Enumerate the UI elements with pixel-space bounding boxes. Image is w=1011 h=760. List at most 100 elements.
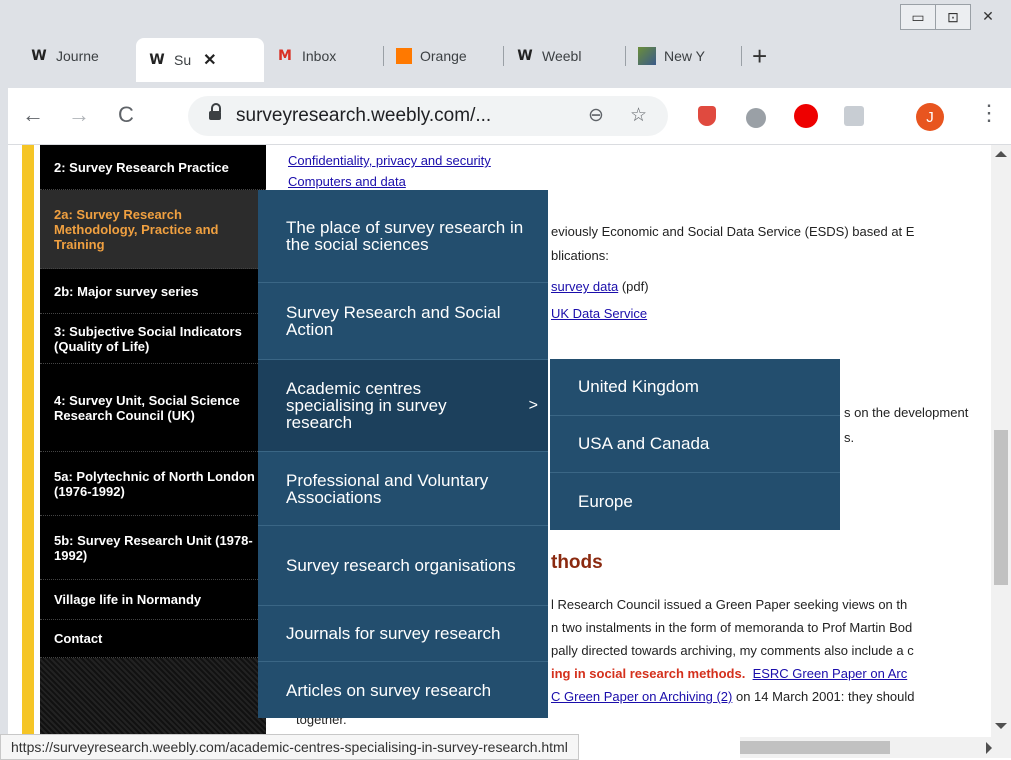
- weebly-icon: W: [517, 48, 533, 64]
- link-survey-data[interactable]: survey data: [551, 279, 618, 294]
- survey-data-line: survey data (pdf): [551, 279, 649, 294]
- menu-item-survey-research-organisations[interactable]: Survey research organisations: [258, 526, 548, 606]
- body-text: l Research Council issued a Green Paper …: [551, 597, 908, 612]
- nav-submenu: United Kingdom USA and Canada Europe: [550, 359, 840, 530]
- zoom-icon[interactable]: ⊖: [588, 104, 604, 127]
- body-text: blications:: [551, 248, 609, 263]
- green-paper-2-line: C Green Paper on Archiving (2) on 14 Mar…: [551, 689, 915, 704]
- web-page: 2: Survey Research Practice 2a: Survey R…: [8, 145, 991, 737]
- address-bar[interactable]: surveyresearch.weebly.com/... ⊖ ☆: [188, 96, 668, 136]
- window-frame: [0, 0, 8, 758]
- submenu-item-europe[interactable]: Europe: [550, 473, 840, 530]
- link-green-paper-1[interactable]: ESRC Green Paper on Arc: [753, 666, 908, 681]
- tab-label: New Y: [664, 48, 705, 64]
- menu-item-place-of-survey-research[interactable]: The place of survey research in the soci…: [258, 190, 548, 283]
- scrollbar-thumb[interactable]: [740, 741, 890, 754]
- maximize-button[interactable]: ⊡: [935, 4, 971, 30]
- tab-survey[interactable]: W Su ✕: [136, 38, 264, 82]
- scroll-right-icon[interactable]: [986, 742, 992, 754]
- reload-button[interactable]: C: [118, 102, 134, 128]
- accent-bar: [22, 145, 34, 737]
- scrollbar-thumb[interactable]: [994, 430, 1008, 585]
- lock-icon: [208, 103, 222, 121]
- sidebar-item-survey-unit[interactable]: 4: Survey Unit, Social Science Research …: [40, 364, 266, 452]
- sidebar-item-contact[interactable]: Contact: [40, 620, 266, 658]
- shield-extension-icon[interactable]: [698, 106, 716, 126]
- tab-label: Su: [174, 52, 192, 68]
- link-confidentiality[interactable]: Confidentiality, privacy and security: [288, 153, 491, 168]
- gmail-icon: M: [278, 48, 292, 64]
- scroll-down-icon[interactable]: [995, 723, 1007, 729]
- sidebar-item-survey-research-unit[interactable]: 5b: Survey Research Unit (1978-1992): [40, 516, 266, 580]
- menu-item-academic-centres[interactable]: Academic centres specialising in survey …: [258, 360, 548, 452]
- submenu-item-usa-canada[interactable]: USA and Canada: [550, 416, 840, 473]
- body-text: eviously Economic and Social Data Servic…: [551, 224, 915, 239]
- tab-orange[interactable]: Orange: [384, 38, 504, 74]
- vertical-scrollbar[interactable]: [991, 145, 1011, 737]
- pdf-note: (pdf): [618, 279, 649, 294]
- weebly-icon: W: [31, 48, 47, 64]
- chevron-right-icon: >: [528, 397, 538, 414]
- horizontal-scrollbar[interactable]: [740, 737, 1011, 758]
- check-extension-icon[interactable]: [746, 108, 766, 128]
- menu-item-articles[interactable]: Articles on survey research: [258, 662, 548, 718]
- sidebar-item-survey-research-practice[interactable]: 2: Survey Research Practice: [40, 145, 266, 190]
- tab-weebly[interactable]: W Weebl: [504, 38, 626, 74]
- link-computers-data[interactable]: Computers and data: [288, 174, 406, 189]
- tab-new-york[interactable]: New Y: [626, 38, 742, 74]
- forward-button[interactable]: →: [68, 102, 90, 128]
- menu-item-label: Professional and Voluntary Associations: [286, 470, 489, 507]
- menu-item-label: Journals for survey research: [286, 624, 501, 643]
- submenu-item-united-kingdom[interactable]: United Kingdom: [550, 359, 840, 416]
- menu-item-label: Survey research organisations: [286, 556, 516, 575]
- tab-separator: [741, 46, 742, 66]
- sidebar-item-major-survey-series[interactable]: 2b: Major survey series: [40, 269, 266, 314]
- window-controls: ▭ ⊡ ✕: [900, 4, 1005, 30]
- minimize-button[interactable]: ▭: [900, 4, 936, 30]
- body-text: s.: [844, 430, 855, 445]
- sidebar-item-polytechnic[interactable]: 5a: Polytechnic of North London (1976-19…: [40, 452, 266, 516]
- link-green-paper-2[interactable]: C Green Paper on Archiving (2): [551, 689, 732, 704]
- browser-toolbar: ← → C surveyresearch.weebly.com/... ⊖ ☆ …: [8, 88, 1011, 145]
- nav-dropdown-menu: The place of survey research in the soci…: [258, 190, 548, 718]
- menu-item-label: The place of survey research in the soci…: [286, 218, 524, 254]
- tab-label: Weebl: [542, 48, 582, 64]
- back-button[interactable]: ←: [22, 102, 44, 128]
- menu-item-label: Academic centres specialising in survey …: [286, 379, 447, 432]
- link-uk-data-service[interactable]: UK Data Service: [551, 306, 647, 321]
- tab-label: Inbox: [302, 48, 337, 64]
- tab-label: Journe: [56, 48, 99, 64]
- opera-extension-icon[interactable]: [794, 104, 818, 128]
- weebly-icon: W: [149, 52, 165, 68]
- star-icon[interactable]: ☆: [630, 104, 647, 127]
- menu-item-professional-associations[interactable]: Professional and Voluntary Associations: [258, 452, 548, 526]
- new-york-icon: [638, 47, 656, 65]
- close-window-button[interactable]: ✕: [971, 4, 1005, 28]
- tab-journe[interactable]: W Journe: [18, 38, 136, 74]
- status-bar-url: https://surveyresearch.weebly.com/academ…: [0, 734, 579, 760]
- menu-dots-icon[interactable]: ⋮: [978, 100, 1000, 126]
- green-paper-line: ing in social research methods. ESRC Gre…: [551, 666, 907, 681]
- bold-text: ing in social research methods.: [551, 666, 746, 681]
- sidebar-item-methodology[interactable]: 2a: Survey Research Methodology, Practic…: [40, 190, 266, 269]
- tab-strip: W Journe W Su ✕ M Inbox Orange W Weebl N…: [18, 34, 767, 82]
- tab-label: Orange: [420, 48, 467, 64]
- orange-icon: [396, 48, 412, 64]
- body-text: pally directed towards archiving, my com…: [551, 643, 914, 658]
- body-text: s on the development: [844, 405, 969, 420]
- tab-inbox[interactable]: M Inbox: [264, 38, 384, 74]
- close-tab-icon[interactable]: ✕: [203, 50, 216, 70]
- extension-icon[interactable]: [844, 106, 864, 126]
- body-text: on 14 March 2001: they should: [732, 689, 915, 704]
- menu-item-journals[interactable]: Journals for survey research: [258, 606, 548, 662]
- new-tab-button[interactable]: +: [752, 41, 767, 72]
- menu-item-survey-research-social-action[interactable]: Survey Research and Social Action: [258, 283, 548, 360]
- url-text[interactable]: surveyresearch.weebly.com/...: [236, 105, 491, 127]
- sidebar-item-subjective-indicators[interactable]: 3: Subjective Social Indicators (Quality…: [40, 314, 266, 364]
- sidebar-nav: 2: Survey Research Practice 2a: Survey R…: [40, 145, 266, 737]
- scroll-up-icon[interactable]: [995, 151, 1007, 157]
- menu-item-label: Articles on survey research: [286, 680, 492, 700]
- body-text: n two instalments in the form of memoran…: [551, 620, 913, 635]
- sidebar-item-village-life[interactable]: Village life in Normandy: [40, 580, 266, 620]
- avatar[interactable]: J: [916, 103, 944, 131]
